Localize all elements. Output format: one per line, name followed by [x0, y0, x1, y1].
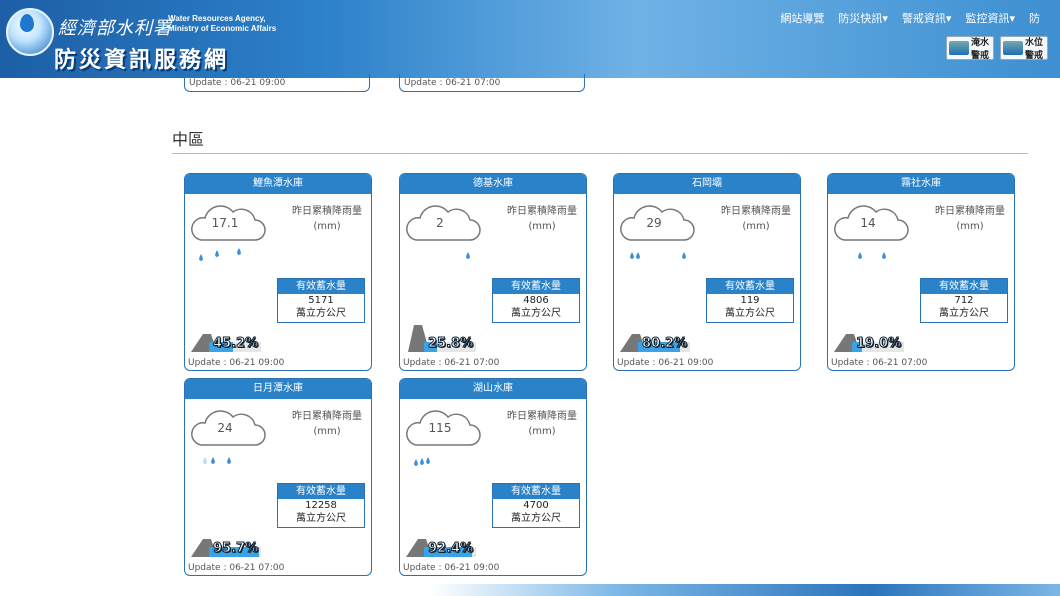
- update-time: Update : 06-21 09:00: [188, 358, 285, 368]
- nav-item-sitemap[interactable]: 網站導覽: [780, 10, 824, 26]
- storage-box: 有效蓄水量 5171 萬立方公尺: [277, 278, 365, 323]
- update-time: Update : 06-21 07:00: [404, 78, 501, 88]
- reservoir-name[interactable]: 石岡壩: [614, 174, 800, 194]
- storage-value: 119: [740, 295, 760, 306]
- footer-decoration: [430, 584, 1060, 596]
- nav-item-more[interactable]: 防: [1029, 10, 1040, 26]
- reservoir-card[interactable]: 霧社水庫 14 昨日累積降雨量 (mm) 有效蓄水量 712 萬立方公尺 19.0…: [827, 173, 1015, 371]
- storage-percent: 95.7%: [212, 541, 259, 557]
- storage-value: 5171: [308, 295, 334, 306]
- partial-card-2[interactable]: Update : 06-21 07:00: [399, 74, 585, 92]
- update-time: Update : 06-21 09:00: [617, 358, 714, 368]
- rainfall-value: 29: [646, 216, 662, 230]
- reservoir-name[interactable]: 鯉魚潭水庫: [185, 174, 371, 194]
- reservoir-card[interactable]: 德基水庫 2 昨日累積降雨量 (mm) 有效蓄水量 4806 萬立方公尺 25.8…: [399, 173, 587, 371]
- reservoir-card[interactable]: 鯉魚潭水庫 17.1 昨日累積降雨量 (mm) 有效蓄水量 5171 萬立方公尺 …: [184, 173, 372, 371]
- storage-percent: 92.4%: [427, 541, 474, 557]
- storage-box: 有效蓄水量 712 萬立方公尺: [920, 278, 1008, 323]
- storage-percent: 25.8%: [427, 336, 474, 352]
- reservoir-name[interactable]: 霧社水庫: [828, 174, 1014, 194]
- reservoir-name[interactable]: 日月潭水庫: [185, 379, 371, 399]
- site-header: 經濟部水利署 Water Resources Agency, Ministry …: [0, 0, 1060, 78]
- nav-item-monitor[interactable]: 監控資訊▾: [965, 10, 1015, 26]
- water-drop-icon: [20, 14, 34, 32]
- update-time: Update : 06-21 09:00: [189, 78, 286, 88]
- agency-name-en: Water Resources Agency, Ministry of Econ…: [168, 14, 277, 33]
- storage-box: 有效蓄水量 12258 萬立方公尺: [277, 483, 365, 528]
- rainfall-label: 昨日累積降雨量 (mm): [292, 411, 362, 437]
- rainfall-label: 昨日累積降雨量 (mm): [721, 206, 791, 232]
- reservoir-card[interactable]: 日月潭水庫 24 昨日累積降雨量 (mm) 有效蓄水量 12258 萬立方公尺 9…: [184, 378, 372, 576]
- partial-card-1[interactable]: Update : 06-21 09:00: [184, 74, 370, 92]
- alert-buttons: 淹水 警戒 水位 警戒: [946, 36, 1048, 61]
- rain-drops-icon: [630, 252, 686, 259]
- rainfall-value: 17.1: [211, 216, 239, 230]
- storage-percent: 80.2%: [641, 336, 688, 352]
- rainfall-value: 24: [217, 421, 233, 435]
- rainfall-label: 昨日累積降雨量 (mm): [507, 411, 577, 437]
- rain-drops-icon: [199, 248, 241, 261]
- rainfall-label: 昨日累積降雨量 (mm): [292, 206, 362, 232]
- site-title[interactable]: 防災資訊服務網: [54, 42, 229, 74]
- rain-drops-icon: [203, 457, 231, 464]
- nav-item-alerts[interactable]: 警戒資訊▾: [902, 10, 952, 26]
- rainfall-value: 14: [860, 216, 876, 230]
- reservoir-name[interactable]: 德基水庫: [400, 174, 586, 194]
- storage-percent: 45.2%: [212, 336, 259, 352]
- storage-value: 12258: [305, 500, 337, 511]
- storage-box: 有效蓄水量 4700 萬立方公尺: [492, 483, 580, 528]
- rainfall-label: 昨日累積降雨量 (mm): [935, 206, 1005, 232]
- storage-box: 有效蓄水量 119 萬立方公尺: [706, 278, 794, 323]
- flood-alert-button[interactable]: 淹水 警戒: [946, 36, 994, 61]
- storage-value: 4806: [523, 295, 549, 306]
- section-divider: [172, 153, 1028, 154]
- reservoir-card[interactable]: 石岡壩 29 昨日累積降雨量 (mm) 有效蓄水量 119 萬立方公尺 80.2%…: [613, 173, 801, 371]
- top-nav: 網站導覽 防災快訊▾ 警戒資訊▾ 監控資訊▾ 防: [780, 10, 1040, 26]
- water-level-alert-button[interactable]: 水位 警戒: [1000, 36, 1048, 61]
- rainfall-label: 昨日累積降雨量 (mm): [507, 206, 577, 232]
- section-title: 中區: [172, 130, 205, 149]
- rainfall-value: 2: [436, 216, 444, 230]
- update-time: Update : 06-21 07:00: [403, 358, 500, 368]
- reservoir-name[interactable]: 湖山水庫: [400, 379, 586, 399]
- nav-item-news[interactable]: 防災快訊▾: [838, 10, 888, 26]
- flood-icon: [949, 41, 969, 55]
- reservoir-card[interactable]: 湖山水庫 115 昨日累積降雨量 (mm) 有效蓄水量 4700 萬立方公尺 92…: [399, 378, 587, 576]
- rainfall-value: 115: [428, 421, 452, 435]
- storage-value: 712: [954, 295, 974, 306]
- rain-drops-icon: [858, 252, 886, 259]
- update-time: Update : 06-21 07:00: [188, 563, 285, 573]
- update-time: Update : 06-21 09:00: [403, 563, 500, 573]
- water-level-icon: [1003, 41, 1023, 55]
- update-time: Update : 06-21 07:00: [831, 358, 928, 368]
- agency-name-cn: 經濟部水利署: [58, 18, 172, 39]
- rain-drops-icon: [466, 252, 470, 259]
- storage-value: 4700: [523, 500, 549, 511]
- rain-drops-icon: [414, 457, 430, 466]
- storage-percent: 19.0%: [855, 336, 902, 352]
- storage-box: 有效蓄水量 4806 萬立方公尺: [492, 278, 580, 323]
